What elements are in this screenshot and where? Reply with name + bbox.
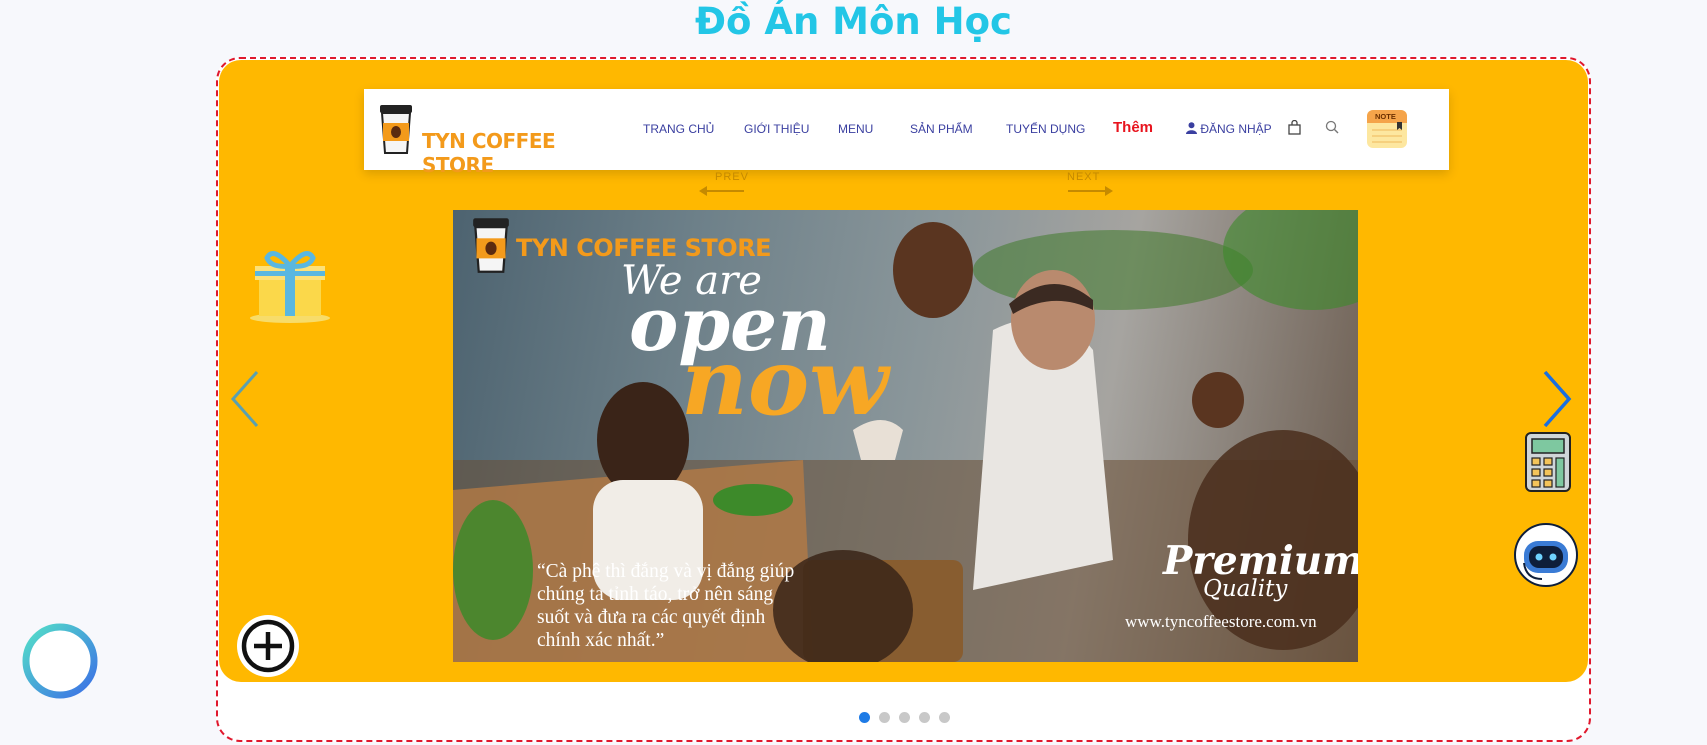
carousel-slide[interactable]: TYN COFFEE STORE We are open now “Cà phê…: [453, 210, 1358, 662]
slide-quality: Quality: [1203, 576, 1288, 602]
brand-name: TYN COFFEE STORE: [422, 129, 556, 177]
carousel-dot[interactable]: [859, 712, 870, 723]
nav-item-recruitment[interactable]: TUYỂN DỤNG: [1006, 122, 1085, 136]
login-link[interactable]: ĐĂNG NHẬP: [1186, 122, 1272, 136]
nav-more[interactable]: Thêm: [1113, 119, 1153, 136]
carousel-dot[interactable]: [879, 712, 890, 723]
plus-circle-icon[interactable]: [236, 614, 300, 678]
arrow-left-icon[interactable]: [699, 185, 745, 197]
user-icon: [1186, 122, 1197, 134]
nav-item-about[interactable]: GIỚI THIỆU: [744, 122, 809, 136]
coffee-cup-icon: [473, 218, 509, 273]
carousel-indicators: [859, 712, 950, 723]
slide-quote: “Cà phê thì đắng và vị đắng giúp chúng t…: [537, 561, 795, 651]
login-label: ĐĂNG NHẬP: [1200, 122, 1272, 136]
chatbot-icon[interactable]: [1512, 523, 1580, 587]
note-label: NOTE: [1375, 112, 1396, 121]
page-title: Đồ Án Môn Học: [695, 0, 1012, 43]
carousel-dot[interactable]: [899, 712, 910, 723]
search-icon[interactable]: [1325, 120, 1339, 134]
plus-gradient-icon[interactable]: [21, 620, 99, 702]
coffee-cup-icon: [380, 105, 412, 154]
slide-website: www.tyncoffeestore.com.vn: [1125, 612, 1317, 631]
shopping-bag-icon[interactable]: [1288, 120, 1301, 135]
next-label[interactable]: NEXT: [1067, 171, 1100, 183]
nav-item-products[interactable]: SẢN PHẨM: [910, 122, 973, 136]
brand-logo[interactable]: TYN COFFEE STORE: [376, 103, 556, 177]
site-navbar: TYN COFFEE STORE TRANG CHỦ GIỚI THIỆU ME…: [364, 89, 1449, 177]
chevron-left-icon[interactable]: [229, 370, 261, 428]
carousel-dot[interactable]: [939, 712, 950, 723]
chevron-right-icon[interactable]: [1541, 370, 1573, 428]
nav-item-menu[interactable]: MENU: [838, 122, 873, 136]
nav-item-home[interactable]: TRANG CHỦ: [643, 122, 714, 136]
calculator-icon[interactable]: [1525, 432, 1571, 492]
carousel-dot[interactable]: [919, 712, 930, 723]
slide-headline-now: now: [681, 328, 889, 436]
note-button[interactable]: NOTE: [1366, 109, 1408, 154]
gift-icon[interactable]: [247, 244, 333, 324]
prev-label[interactable]: PREV: [715, 171, 749, 183]
arrow-right-icon[interactable]: [1067, 185, 1113, 197]
